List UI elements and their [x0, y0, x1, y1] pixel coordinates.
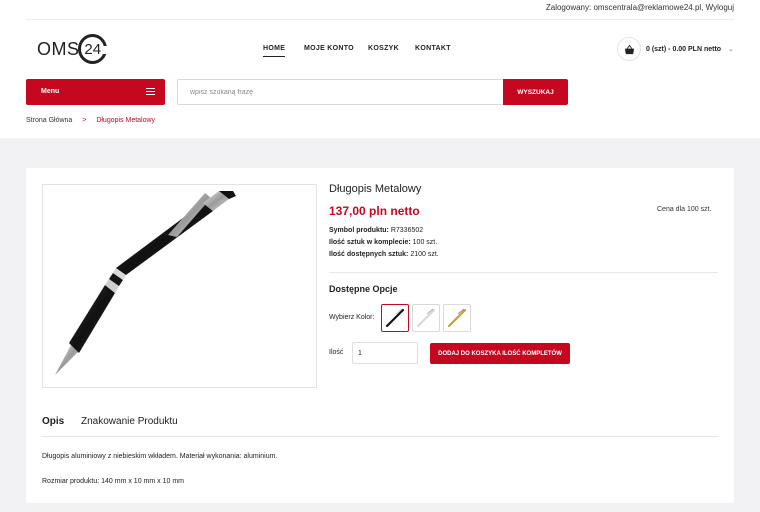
product-price: 137,00 pln netto [329, 204, 420, 218]
logo-number: 24 [84, 40, 102, 58]
tabs-divider [42, 436, 718, 437]
nav-home[interactable]: HOME [263, 45, 286, 57]
login-status[interactable]: Zalogowany: omscentrala@reklamowe24.pl, … [546, 3, 734, 12]
breadcrumb-current[interactable]: Długopis Metalowy [96, 117, 155, 124]
divider [26, 19, 734, 20]
pen-image [55, 191, 236, 375]
spec-symbol: Symbol produktu: R7336502 [329, 227, 423, 234]
nav-cart[interactable]: KOSZYK [368, 45, 399, 52]
quantity-label: Ilość [329, 349, 344, 356]
color-swatch-white[interactable] [412, 304, 440, 332]
divider [329, 272, 718, 273]
spec-available: Ilość dostępnych sztuk: 2100 szt. [329, 251, 439, 258]
spec-label: Symbol produktu: [329, 227, 389, 234]
pen-black-icon [385, 308, 405, 328]
spec-label: Ilość dostępnych sztuk: [329, 251, 409, 258]
add-to-cart-button[interactable]: DODAJ DO KOSZYKA ILOŚĆ KOMPLETÓW [430, 343, 570, 364]
price-note: Cena dla 100 szt. [657, 206, 712, 213]
spec-label: Ilość sztuk w komplecie: [329, 239, 411, 246]
color-swatch-gold[interactable] [443, 304, 471, 332]
nav-contact[interactable]: KONTAKT [415, 45, 451, 52]
basket-icon [624, 44, 634, 54]
tab-description[interactable]: Opis [42, 416, 64, 427]
spec-value: 100 szt. [412, 239, 438, 246]
search-button[interactable]: WYSZUKAJ [503, 79, 568, 105]
spec-value: 2100 szt. [410, 251, 439, 258]
cart-summary[interactable]: 0 (szt) - 0.00 PLN netto [646, 46, 721, 53]
chevron-down-icon[interactable]: ⌄ [728, 45, 734, 53]
logo[interactable]: OMS 24 [37, 33, 109, 65]
quantity-input[interactable] [352, 342, 418, 364]
nav-my-account[interactable]: MOJE KONTO [304, 45, 354, 52]
color-label: Wybierz Kolor: [329, 314, 375, 321]
pen-gold-icon [447, 308, 467, 328]
breadcrumb-home[interactable]: Strona Główna [26, 117, 72, 124]
spec-set-quantity: Ilość sztuk w komplecie: 100 szt. [329, 239, 437, 246]
description-line: Rozmiar produktu: 140 mm x 10 mm x 10 mm [42, 478, 184, 485]
spec-value: R7336502 [390, 227, 424, 234]
hamburger-icon [146, 88, 155, 95]
cart-icon[interactable] [617, 37, 641, 61]
top-bar: Zalogowany: omscentrala@reklamowe24.pl, … [0, 0, 760, 20]
options-title: Dostępne Opcje [329, 284, 398, 294]
breadcrumb: Strona Główna > Długopis Metalowy [26, 117, 155, 124]
color-swatch-black[interactable] [381, 304, 409, 332]
logo-ring: 24 [77, 34, 109, 64]
search-input[interactable] [177, 79, 504, 105]
product-image[interactable] [42, 184, 317, 388]
description-line: Długopis aluminiowy z niebieskim wkładem… [42, 453, 278, 460]
breadcrumb-separator: > [82, 117, 87, 124]
product-title: Długopis Metalowy [329, 183, 422, 195]
logo-text: OMS [37, 38, 80, 59]
menu-button[interactable]: Menu [26, 79, 165, 105]
tab-branding[interactable]: Znakowanie Produktu [81, 416, 178, 427]
pen-white-icon [416, 308, 436, 328]
menu-label: Menu [41, 88, 60, 95]
